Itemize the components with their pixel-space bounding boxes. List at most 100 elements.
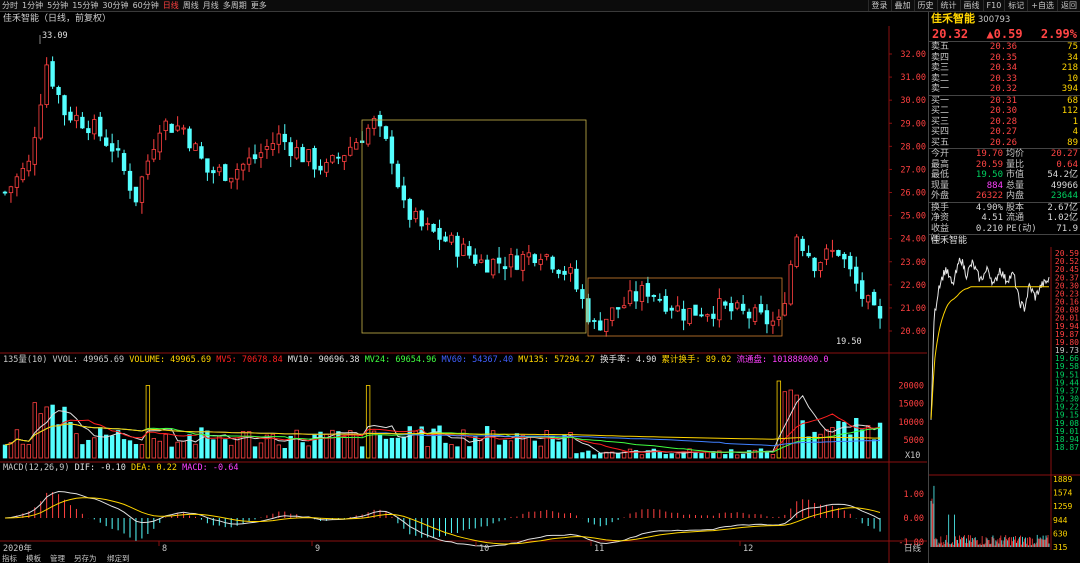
candle (205, 158, 210, 173)
bottom-tab[interactable]: 绑定到 (107, 553, 130, 563)
ob-volume: 1 (1072, 116, 1078, 127)
candle (854, 266, 859, 284)
orderbook-row[interactable]: 卖二 20.33 10 (929, 74, 1080, 85)
volume-bar (824, 429, 829, 459)
ob-price: 20.32 (989, 84, 1017, 94)
volume-bar (20, 443, 26, 459)
candle (80, 116, 85, 129)
orderbook-row[interactable]: 买二 20.30 112 (929, 106, 1080, 117)
timeframe-tab[interactable]: 分时 (0, 0, 20, 11)
tool-button[interactable]: 返回 (1057, 0, 1080, 11)
consolidation-box (361, 119, 587, 334)
orderbook-row[interactable]: 卖五 20.36 75 (929, 42, 1080, 53)
stat-row: 最高 20.59 量比 0.64 (929, 160, 1080, 171)
candle (151, 149, 157, 160)
orderbook-row[interactable]: 买五 20.26 89 (929, 138, 1080, 149)
stat-label: PE(动) (1006, 223, 1037, 234)
timeframe-tab[interactable]: 月线 (201, 0, 221, 11)
tool-button[interactable]: 统计 (936, 0, 960, 11)
volume-bar (484, 426, 490, 459)
candle (86, 128, 91, 134)
orderbook-row[interactable]: 买四 20.27 4 (929, 127, 1080, 138)
volume-bar (86, 439, 91, 459)
macd-label: MACD: -0.64 (182, 463, 239, 473)
volume-bar (127, 440, 133, 459)
login-button[interactable]: 登录 (867, 0, 891, 11)
stat-label: 换手 (931, 202, 950, 213)
mini-volume-bars (930, 485, 1050, 547)
bottom-tab[interactable]: 管理 (50, 553, 65, 563)
price-axis-label: 26.00 (900, 189, 926, 199)
timeframe-tab[interactable]: 30分钟 (100, 0, 130, 11)
ob-price: 20.33 (989, 73, 1017, 84)
ob-price: 20.34 (989, 63, 1017, 73)
stat-value: 0.64 (1056, 159, 1078, 170)
volume-bar (639, 454, 645, 459)
orderbook-row[interactable]: 卖三 20.34 218 (929, 63, 1080, 74)
tool-button[interactable]: F10 (982, 0, 1005, 11)
candle (288, 142, 293, 157)
volume-bar (490, 430, 496, 459)
timeframe-tab[interactable]: 15分钟 (70, 0, 100, 11)
candle (526, 252, 532, 258)
fundamentals-block: 换手 4.90% 股本 2.67亿 净资 4.51 流通 1.02亿 收益㈢ 0.210 PE(动)… (929, 202, 1080, 245)
stock-name: 佳禾智能 (931, 12, 975, 25)
volume-bar (479, 440, 484, 459)
chart-title: 佳禾智能（日线，前复权） (3, 14, 112, 24)
cum-turnover-label: 累计换手: 89.02 (661, 355, 732, 365)
volume-bar (871, 439, 877, 459)
timeframe-tab[interactable]: 更多 (249, 0, 269, 11)
candle (115, 148, 121, 151)
ob-price: 20.31 (989, 95, 1017, 106)
bottom-tab[interactable]: 另存为 (74, 553, 97, 563)
volume-bar (26, 444, 31, 459)
mini-vol-axis-label: 630 (1053, 529, 1068, 538)
stat-row: 收益㈢ 0.210 PE(动) 71.9 (929, 223, 1080, 245)
date-label: 2020年 (3, 543, 32, 554)
tool-button[interactable]: 画线 (959, 0, 983, 11)
volume-bar (336, 431, 341, 459)
ob-label: 卖四 (931, 52, 950, 63)
candle (50, 61, 55, 87)
volume-bar (211, 439, 216, 459)
volume-axis-label: 20000 (898, 382, 924, 392)
volume-bar (2, 444, 8, 459)
candle (389, 136, 395, 164)
price-axis-label: 31.00 (900, 73, 926, 83)
intraday-mini-chart[interactable]: 20.5920.5220.4520.3720.3020.2320.1620.08… (929, 247, 1080, 552)
candle (770, 320, 776, 326)
bottom-tab[interactable]: 模板 (26, 553, 41, 563)
bottom-tab[interactable]: 指标 (2, 553, 17, 563)
tool-button[interactable]: 历史 (913, 0, 937, 11)
volume-bar (865, 425, 871, 459)
orderbook-row[interactable]: 卖四 20.35 34 (929, 53, 1080, 64)
candle (20, 168, 26, 181)
timeframe-tab[interactable]: 1分钟 (20, 0, 45, 11)
volume-bar (538, 445, 543, 459)
candle (181, 127, 186, 130)
ob-price: 20.28 (989, 116, 1017, 127)
tool-button[interactable]: 叠加 (890, 0, 914, 11)
volume-bar (163, 433, 168, 459)
timeframe-tab[interactable]: 周线 (181, 0, 201, 11)
timeframe-tab[interactable]: 多周期 (221, 0, 249, 11)
volume-bar (526, 436, 532, 459)
volume-bar (502, 439, 508, 459)
candle (38, 104, 43, 139)
stat-label: 流通 (1006, 213, 1025, 223)
main-chart-area[interactable]: 32.00 31.00 30.00 29.00 28.00 27.00 26.00 25.00… (0, 26, 927, 563)
tool-button[interactable]: 标记 (1004, 0, 1027, 11)
stat-label: 今开 (931, 149, 950, 159)
mv60-line (4, 423, 881, 447)
candle (556, 269, 561, 274)
timeframe-tab[interactable]: 5分钟 (45, 0, 70, 11)
tool-button[interactable]: +自选 (1027, 0, 1057, 11)
intraday-price-line (930, 257, 1050, 420)
mini-vol-axis-label: 315 (1053, 543, 1068, 550)
orderbook-row[interactable]: 买一 20.31 68 (929, 96, 1080, 107)
orderbook-row[interactable]: 买三 20.28 1 (929, 117, 1080, 128)
volume-info-bar: 135量(10) VVOL: 49965.69 VOLUME: 49965.69… (3, 355, 828, 366)
orderbook-row[interactable]: 卖一 20.32 394 (929, 84, 1080, 95)
timeframe-tab[interactable]: 60分钟 (131, 0, 161, 11)
timeframe-tab[interactable]: 日线 (161, 0, 181, 11)
